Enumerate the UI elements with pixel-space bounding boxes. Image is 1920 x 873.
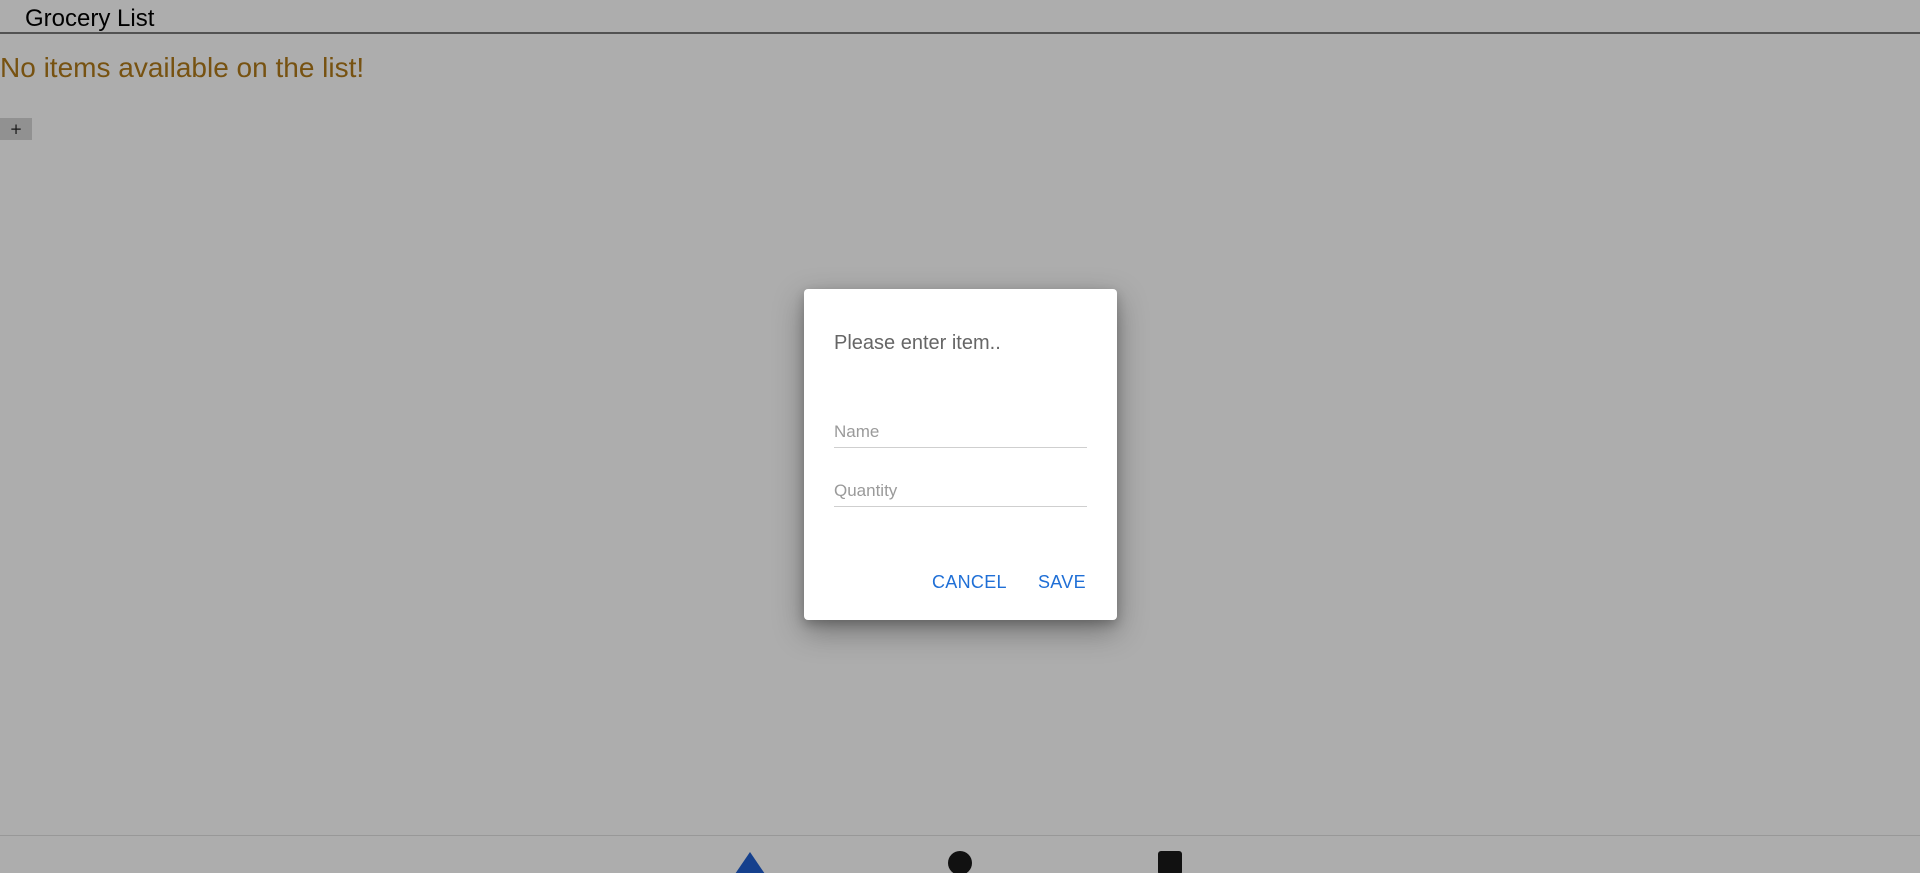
quantity-input[interactable] xyxy=(834,476,1087,507)
dialog-title: Please enter item.. xyxy=(834,332,1001,354)
name-input[interactable] xyxy=(834,417,1087,448)
save-button[interactable]: SAVE xyxy=(1038,572,1086,592)
cancel-button[interactable]: CANCEL xyxy=(932,572,1007,592)
add-item-dialog: Please enter item.. CANCEL SAVE xyxy=(804,289,1117,620)
